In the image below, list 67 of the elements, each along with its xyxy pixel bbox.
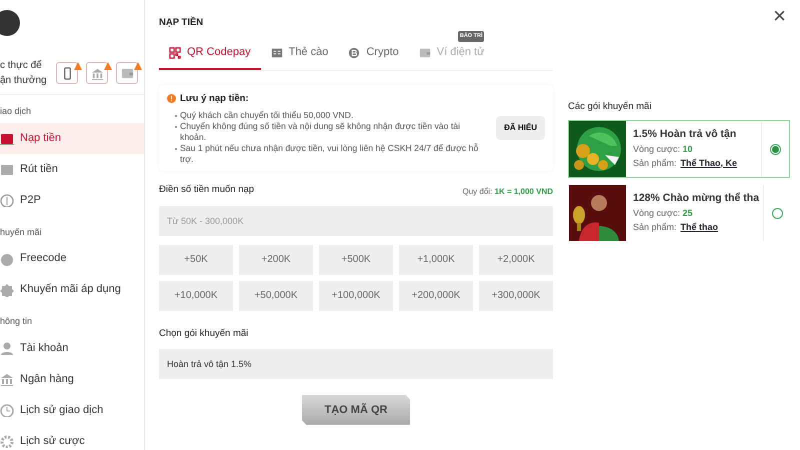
amount-button[interactable]: +50K: [159, 244, 233, 275]
amount-button[interactable]: +300,000K: [479, 280, 553, 311]
sidebar-item[interactable]: P2P: [0, 184, 144, 216]
create-qr-button[interactable]: TẠO MÃ QR: [302, 394, 410, 425]
notice-line: Chuyển không đúng số tiền và nội dung sẽ không nhận được tiền vào tài khoản.: [180, 120, 462, 143]
notice-line: Sau 1 phút nếu chưa nhận được tiền, vui lòng liên hệ CSKH 24/7 để được hỗ trợ.: [180, 142, 480, 164]
verify-text: c thực để: [0, 58, 43, 73]
sidebar-item[interactable]: Rút tiền: [0, 154, 144, 184]
understood-button[interactable]: ĐÃ HIỂU: [496, 116, 545, 140]
tab[interactable]: Crypto: [338, 44, 409, 70]
user-icon: [0, 341, 14, 355]
amount-button[interactable]: +100,000K: [319, 280, 393, 311]
amount-button[interactable]: +2,000K: [479, 244, 553, 275]
close-button[interactable]: ×: [767, 4, 792, 28]
amount-button[interactable]: +50,000K: [239, 280, 313, 311]
notice-title: Lưu ý nạp tiền:: [180, 92, 249, 106]
amount-button[interactable]: +500K: [319, 244, 393, 275]
sidebar-item[interactable]: Nạp tiền: [0, 122, 144, 154]
bank-icon: [90, 66, 104, 80]
promo-field[interactable]: Hoàn trả vô tận 1.5%: [159, 348, 553, 379]
section-heading: iao dịch: [0, 105, 32, 118]
qr-code-icon: [169, 46, 181, 58]
rounds-text: Vòng cược: 10: [633, 143, 694, 156]
bank-icon: [0, 372, 14, 386]
sidebar-item[interactable]: Tài khoản: [0, 332, 144, 364]
amount-button[interactable]: +200,000K: [399, 280, 473, 311]
amount-button[interactable]: +10,000K: [159, 280, 233, 311]
bitcoin-icon: [348, 46, 360, 58]
product-link[interactable]: Thể thao: [680, 220, 718, 234]
product-link[interactable]: Thể Thao, Ke: [680, 156, 738, 170]
clock-icon: [0, 403, 14, 417]
rate-text: Quy đổi: 1K = 1,000 VND: [462, 186, 553, 198]
avatar: [0, 10, 20, 36]
radio-button[interactable]: [770, 144, 781, 155]
wallet-icon: [418, 46, 431, 58]
sidebar-item[interactable]: Ngân hàng: [0, 364, 144, 394]
tab[interactable]: Thẻ cào: [260, 44, 338, 70]
field-label: Chọn gói khuyến mãi: [159, 326, 250, 341]
radio-button[interactable]: [772, 208, 784, 219]
coin-icon: [0, 193, 14, 207]
tab[interactable]: QR Codepay: [159, 44, 261, 70]
product-label: Sản phẩm:: [633, 220, 677, 234]
field-label: Điền số tiền muốn nạp: [159, 183, 254, 198]
sidebar-item[interactable]: Freecode: [0, 243, 144, 274]
amount-button[interactable]: +1,000K: [399, 244, 473, 275]
sidebar-item[interactable]: Lịch sử cược: [0, 426, 144, 450]
promo-title: 128% Chào mừng thể tha: [633, 191, 760, 206]
deposit-icon: [0, 131, 14, 145]
verify-text: ận thưởng: [0, 74, 47, 88]
page-title: NẠP TIỀN: [159, 16, 204, 30]
product-label: Sản phẩm:: [633, 156, 677, 170]
promo-card[interactable]: 1.5% Hoàn trả vô tận Vòng cược: 10 Sản phẩm: Thể Thao, Ke: [568, 120, 790, 178]
badge-icon: [0, 282, 14, 296]
gear-icon: [0, 434, 14, 448]
sidebar-item[interactable]: Khuyến mãi áp dụng: [0, 274, 144, 305]
section-heading: huyến mãi: [0, 226, 43, 239]
info-icon: [167, 94, 176, 104]
card-icon: [270, 46, 283, 58]
sidebar-item[interactable]: Lịch sử giao dịch: [0, 394, 144, 426]
section-title: Các gói khuyến mãi: [568, 100, 652, 114]
promo-title: 1.5% Hoàn trả vô tận: [633, 127, 738, 142]
amount-field[interactable]: Từ 50K - 300,000K: [159, 206, 553, 236]
wallet-icon: [120, 66, 134, 80]
notice-line: Quý khách cần chuyển tối thiểu 50,000 VND.: [180, 110, 354, 121]
rounds-text: Vòng cược: 25: [633, 207, 694, 220]
section-heading: hông tin: [0, 315, 34, 328]
amount-button[interactable]: +200K: [239, 244, 313, 275]
